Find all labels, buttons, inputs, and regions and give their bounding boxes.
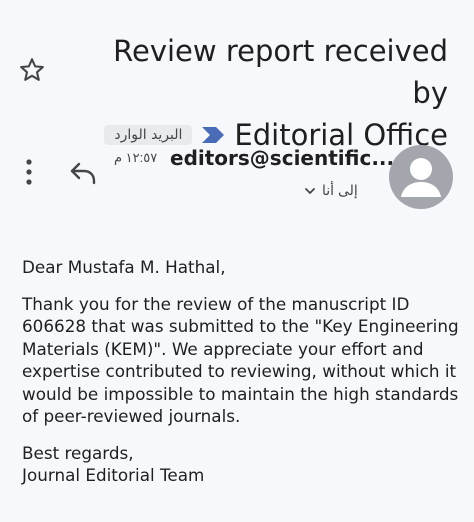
timestamp: ١٢:٥٧ م: [114, 150, 158, 165]
recipient-details-toggle[interactable]: إلى أنا: [304, 182, 358, 199]
greeting: Dear Mustafa M. Hathal,: [22, 257, 226, 277]
signature: Journal Editorial Team: [22, 465, 205, 485]
closing: Best regards,: [22, 442, 134, 463]
star-icon[interactable]: [18, 56, 46, 84]
reply-icon[interactable]: [68, 160, 98, 186]
avatar[interactable]: [389, 145, 453, 209]
person-icon: [401, 158, 441, 197]
message-body: Dear Mustafa M. Hathal, Thank you for th…: [22, 256, 462, 487]
subject-line-1: Review report received by: [113, 34, 448, 110]
email-subject: Review report received by البريد الوارد …: [88, 30, 448, 156]
sender-row: ١٢:٥٧ م editors@scientific.... إلى أنا: [0, 140, 474, 220]
message-paragraph: Thank you for the review of the manuscri…: [22, 293, 459, 427]
sender-email[interactable]: editors@scientific....: [170, 146, 402, 170]
more-vert-icon[interactable]: [22, 158, 36, 186]
recipient-label: إلى أنا: [322, 182, 358, 198]
chevron-down-icon: [305, 187, 315, 194]
